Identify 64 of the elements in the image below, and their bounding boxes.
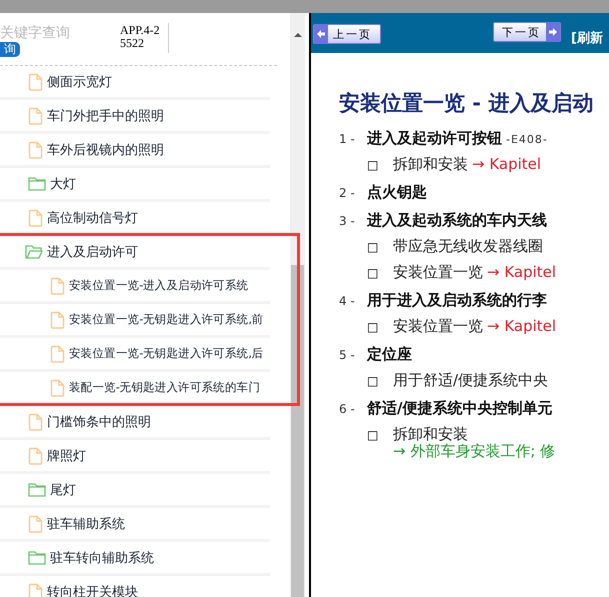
next-page-button[interactable]: 下一页 [493,22,561,42]
tree-item[interactable]: 进入及启动许可 [0,236,270,270]
document-icon [28,582,43,597]
bullet: □ [367,158,380,172]
item-title: 点火钥匙 [367,183,427,202]
cross-reference-link[interactable]: → Kapitel [472,155,542,173]
tree-item[interactable]: 尾灯 [0,474,270,508]
item-number: 1 - [339,132,356,146]
tree-item[interactable]: 侧面示宽灯 [0,66,270,100]
tree-item[interactable]: 安装位置一览-无钥匙进入许可系统,后 [0,338,270,372]
bullet: □ [367,320,380,334]
cross-reference-link[interactable]: → Kapitel [487,263,556,281]
refresh-link[interactable]: [刷新 [571,29,603,47]
document-icon [28,208,43,226]
tree-item[interactable]: 车外后视镜内的照明 [0,134,270,168]
document-icon [28,140,43,158]
subitem-text: 带应急无线收发器线圈 [393,237,543,255]
document-icon [28,106,43,124]
tree-item[interactable]: 牌照灯 [0,440,270,474]
item-number: 4 - [339,294,356,308]
search-button[interactable]: 询 [0,42,20,57]
document-icon [50,378,65,396]
document-icon [50,276,65,294]
document-icon [28,72,43,90]
item-title: 进入及起动许可按钮 [367,129,502,148]
item-title: 用于进入及启动系统的行李 [367,291,547,310]
scrollbar-drawing[interactable] [290,13,305,597]
cross-reference-link[interactable]: → 外部车身安装工作; 修 [393,444,556,459]
tree-item[interactable]: 车门外把手中的照明 [0,100,270,134]
document-icon [50,344,65,362]
subitem-text: 安装位置一览 [393,263,483,281]
tree-item[interactable]: 驻车辅助系统 [0,508,270,542]
item-number: 2 - [339,186,356,200]
item-title: 舒适/便捷系统中央控制单元 [367,399,552,418]
tree-item[interactable]: 转向柱开关模块 [0,576,270,597]
bullet: □ [367,374,380,388]
tree-item[interactable]: 安装位置一览-进入及启动许可系统 [0,270,270,304]
tree-item[interactable]: 驻车转向辅助系统 [0,542,270,576]
document-icon [28,514,43,532]
tree-item[interactable]: 大灯 [0,168,270,202]
previous-page-button[interactable]: 上一页 [313,24,381,44]
bullet: □ [367,266,380,280]
subitem-text: 安装位置一览 [393,317,483,335]
document-icon [28,412,43,430]
document-icon [50,310,65,328]
tree-item[interactable]: 门槛饰条中的照明 [0,406,270,440]
tree-item[interactable]: 高位制动信号灯 [0,202,270,236]
document-title: 安装位置一览 - 进入及启动 [339,90,594,117]
cross-reference-link[interactable]: → Kapitel [487,317,556,335]
subitem-text: 用于舒适/便捷系统中央 [393,371,548,389]
bullet: □ [367,428,380,442]
subitem-text: 拆卸和安装 [393,425,468,443]
tree-item[interactable]: 装配一览-无钥匙进入许可系统的车门 [0,372,270,403]
item-number: 6 - [339,402,356,416]
app-code: APP.4-25522 [120,22,161,50]
item-number: 5 - [339,348,356,362]
document-icon [28,446,43,464]
tree-item[interactable]: 安装位置一览-无钥匙进入许可系统,前 [0,304,270,338]
item-title: 进入及起动系统的车内天线 [367,211,547,230]
subitem-text: 拆卸和安装 [393,155,468,173]
item-number: 3 - [339,214,356,228]
item-title: 定位座 [367,345,412,364]
part-code: -E408- [506,133,548,146]
bullet: □ [367,240,380,254]
